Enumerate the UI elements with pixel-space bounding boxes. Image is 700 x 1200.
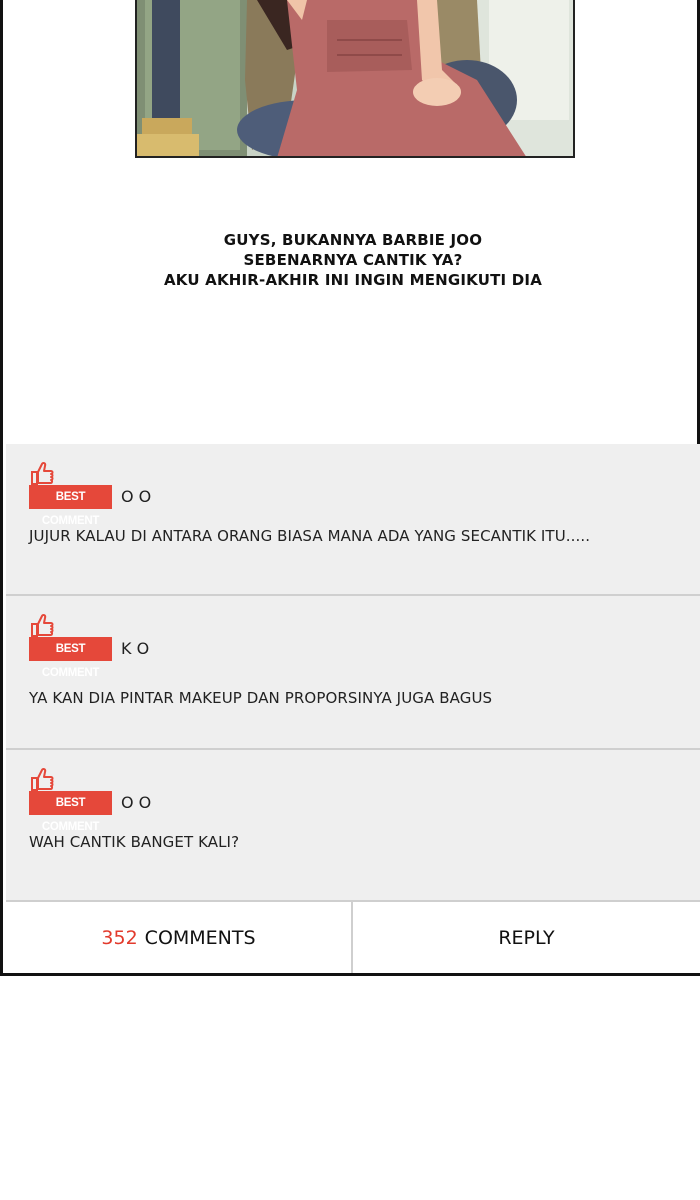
- comment-author: O O: [121, 793, 152, 812]
- thumbs-up-icon[interactable]: [29, 766, 55, 792]
- comment-text: WAH CANTIK BANGET KALI?: [29, 833, 240, 851]
- comment-author: K O: [121, 639, 150, 658]
- caption-line: SEBENARNYA CANTIK YA?: [243, 251, 463, 269]
- comment-author: O O: [121, 487, 152, 506]
- thumbs-up-icon[interactable]: [29, 612, 55, 638]
- comment-text: JUJUR KALAU DI ANTARA ORANG BIASA MANA A…: [29, 527, 591, 545]
- caption-line: GUYS, BUKANNYA BARBIE JOO: [223, 231, 483, 249]
- list-item[interactable]: BEST COMMENT O O JUJUR KALAU DI ANTARA O…: [6, 444, 700, 594]
- comment-count: 352: [101, 926, 138, 949]
- list-item[interactable]: BEST COMMENT O O WAH CANTIK BANGET KALI?: [6, 750, 700, 900]
- best-comments-list: BEST COMMENT O O JUJUR KALAU DI ANTARA O…: [6, 444, 700, 900]
- comic-illustration: [135, 0, 575, 158]
- webtoon-panel-frame: GUYS, BUKANNYA BARBIE JOO SEBENARNYA CAN…: [0, 0, 700, 976]
- comment-text: YA KAN DIA PINTAR MAKEUP DAN PROPORSINYA…: [29, 689, 493, 707]
- comments-footer-bar: 352 COMMENTS REPLY: [6, 900, 700, 973]
- thumbs-up-icon[interactable]: [29, 460, 55, 486]
- best-comment-badge: BEST COMMENT: [29, 485, 112, 527]
- reply-button[interactable]: REPLY: [353, 902, 700, 973]
- list-item[interactable]: BEST COMMENT K O YA KAN DIA PINTAR MAKEU…: [6, 596, 700, 748]
- comments-label: COMMENTS: [144, 926, 256, 949]
- best-comment-badge: BEST COMMENT: [29, 637, 112, 679]
- view-comments-button[interactable]: 352 COMMENTS: [6, 902, 353, 973]
- post-caption: GUYS, BUKANNYA BARBIE JOO SEBENARNYA CAN…: [6, 230, 700, 290]
- caption-line: AKU AKHIR-AKHIR INI INGIN MENGIKUTI DIA: [163, 271, 543, 289]
- reply-label: REPLY: [498, 926, 555, 949]
- best-comment-badge: BEST COMMENT: [29, 791, 112, 833]
